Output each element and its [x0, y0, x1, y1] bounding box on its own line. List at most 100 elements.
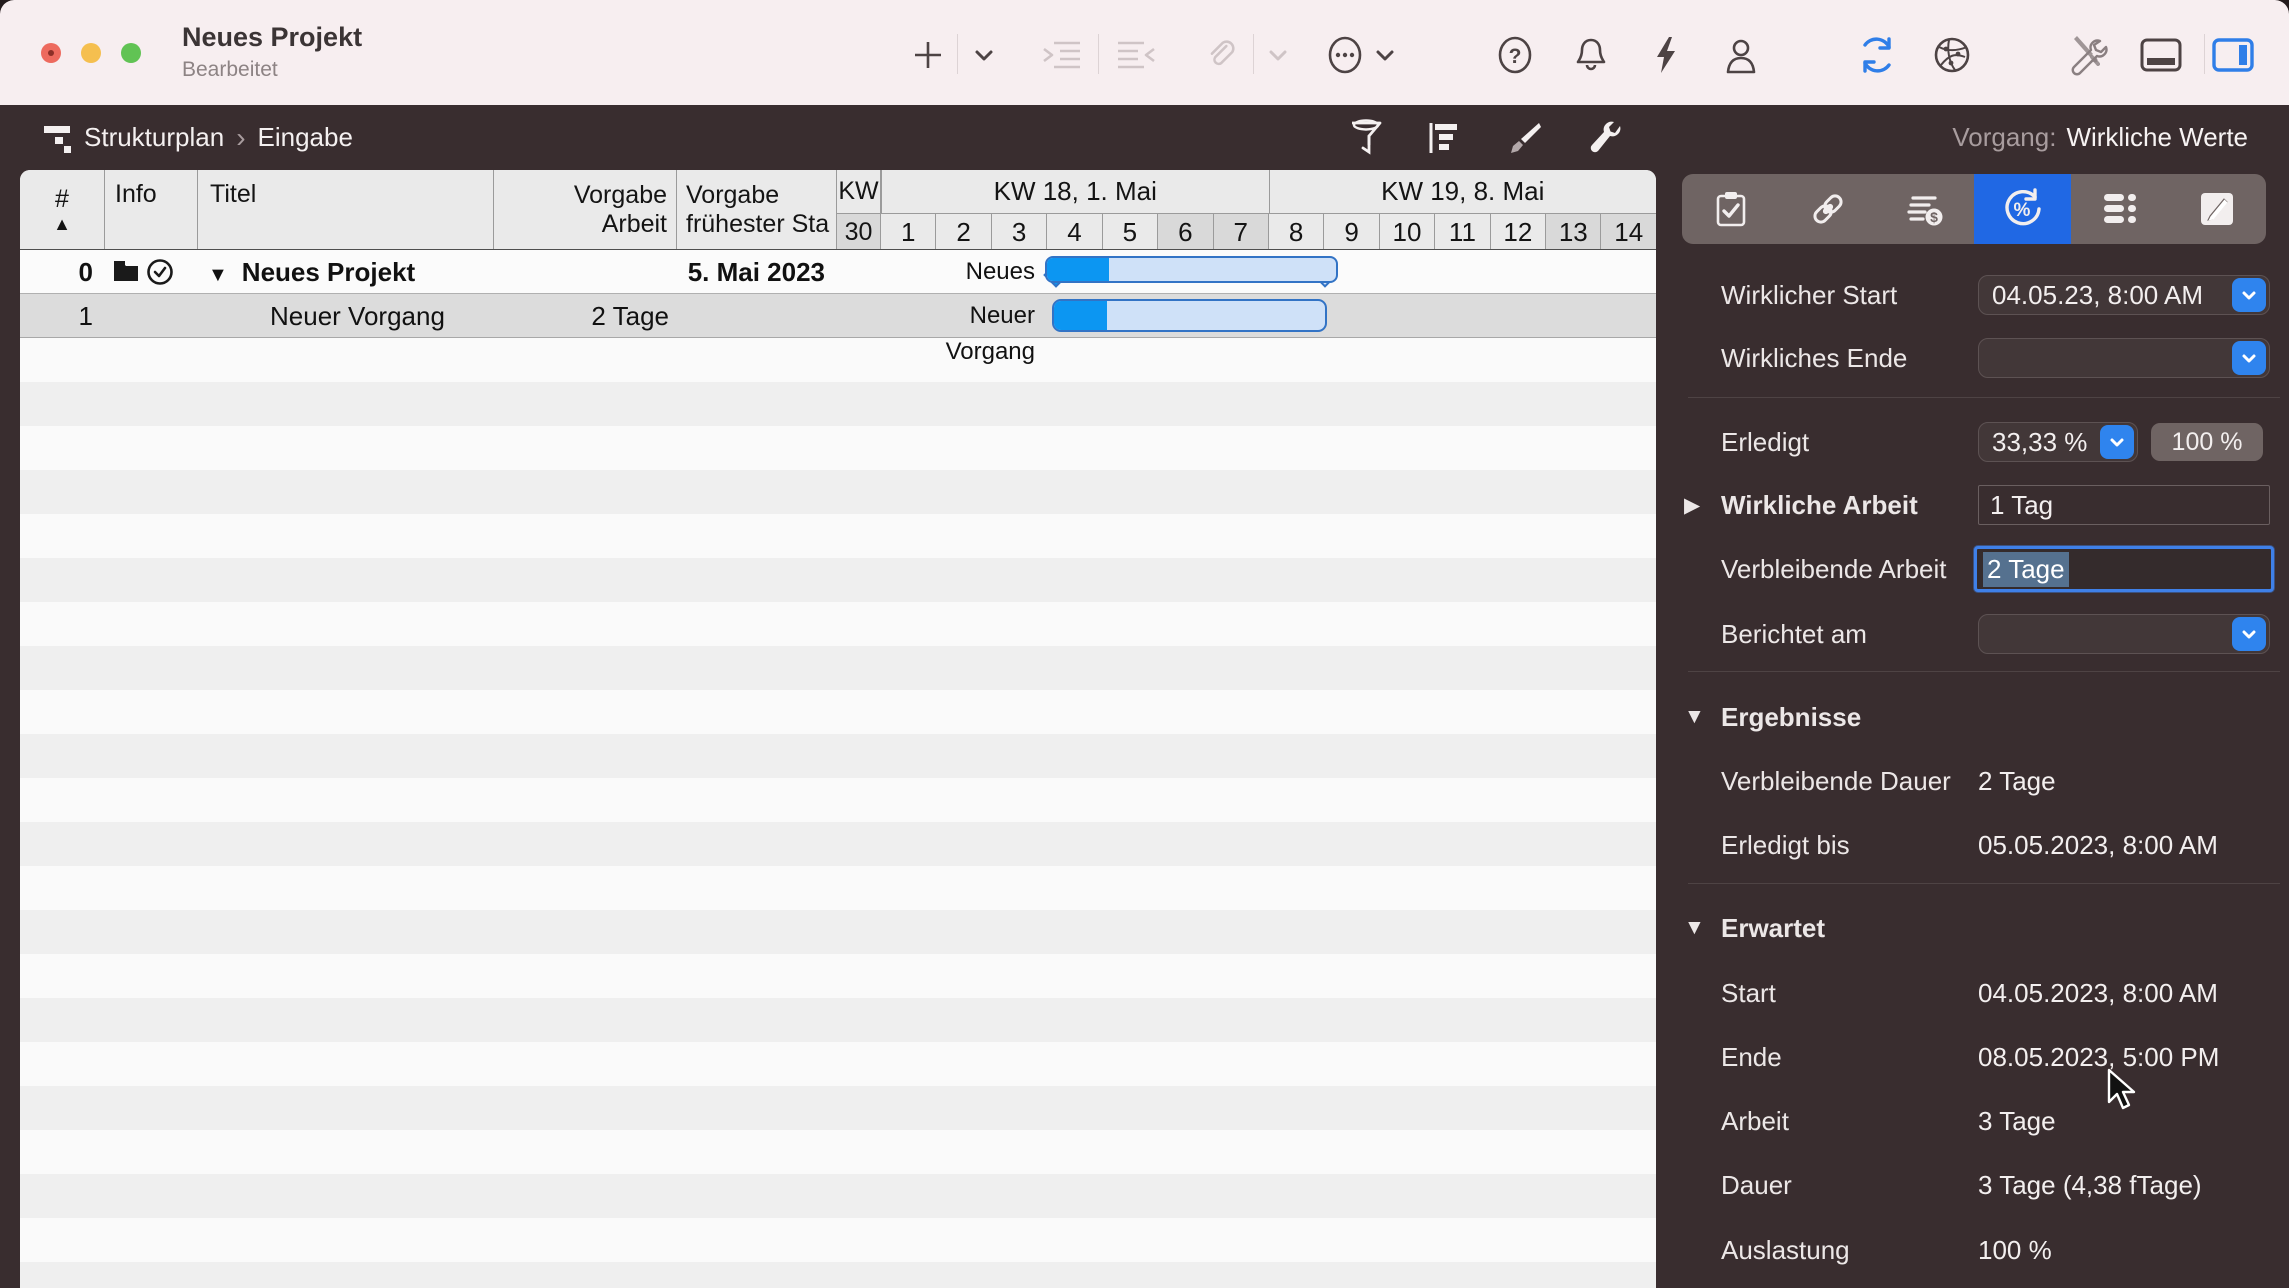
day-header-cell[interactable]: 10: [1379, 214, 1434, 250]
empty-row[interactable]: [20, 778, 1656, 822]
project-summary-bar[interactable]: [1045, 256, 1338, 283]
style-brush-icon[interactable]: [1502, 116, 1546, 160]
empty-row[interactable]: [20, 646, 1656, 690]
settings-tools-icon[interactable]: [2064, 33, 2108, 77]
empty-row[interactable]: [20, 910, 1656, 954]
day-header-cell[interactable]: 14: [1600, 214, 1655, 250]
section-header-results[interactable]: ▼ Ergebnisse: [1680, 693, 2280, 741]
bottom-panel-icon[interactable]: [2139, 33, 2183, 77]
empty-row[interactable]: [20, 1262, 1656, 1288]
column-header-title[interactable]: Titel: [198, 170, 494, 250]
empty-row[interactable]: [20, 1086, 1656, 1130]
disclosure-right-icon[interactable]: ▶: [1684, 481, 1700, 529]
add-icon[interactable]: [906, 33, 950, 77]
table-row-project[interactable]: 0 ▼Neues Projekt 5. Mai 2023 Neues Proje…: [20, 250, 1656, 294]
day-header-cell[interactable]: 4: [1046, 214, 1101, 250]
dropdown-button[interactable]: [2232, 617, 2266, 651]
dropdown-button[interactable]: [2100, 425, 2134, 459]
outline-view-icon[interactable]: [1422, 116, 1466, 160]
day-header-cell[interactable]: 6: [1157, 214, 1212, 250]
tab-cost[interactable]: $: [1877, 174, 1974, 244]
outdent-icon[interactable]: [1114, 33, 1158, 77]
tab-checklist[interactable]: [1682, 174, 1779, 244]
empty-row[interactable]: [20, 382, 1656, 426]
empty-row[interactable]: [20, 822, 1656, 866]
dropdown-button[interactable]: [2232, 278, 2266, 312]
disclosure-down-icon[interactable]: ▼: [1684, 904, 1705, 952]
day-header-cell[interactable]: 1: [881, 214, 935, 250]
empty-row[interactable]: [20, 1042, 1656, 1086]
day-header-cell[interactable]: 9: [1323, 214, 1378, 250]
dropdown-button[interactable]: [2232, 341, 2266, 375]
column-header-kw[interactable]: KW: [837, 170, 881, 214]
sync-icon[interactable]: [1855, 33, 1899, 77]
empty-row[interactable]: [20, 602, 1656, 646]
zoom-button[interactable]: [121, 43, 141, 63]
format-wrench-icon[interactable]: [1584, 116, 1628, 160]
empty-row[interactable]: [20, 998, 1656, 1042]
empty-row[interactable]: [20, 1218, 1656, 1262]
week-header-cell[interactable]: KW 18, 1. Mai: [881, 170, 1269, 214]
filter-icon[interactable]: [1344, 116, 1388, 160]
empty-row[interactable]: [20, 734, 1656, 778]
indent-icon[interactable]: [1040, 33, 1084, 77]
column-header-earliest-start[interactable]: Vorgabe frühester Sta: [677, 170, 837, 250]
day-header-cell[interactable]: 3: [991, 214, 1046, 250]
empty-row[interactable]: [20, 1130, 1656, 1174]
day-header-cell[interactable]: 11: [1434, 214, 1489, 250]
remaining-work-field-focused[interactable]: 2 Tage: [1974, 546, 2274, 592]
day-header-cell[interactable]: 12: [1490, 214, 1545, 250]
minimize-button[interactable]: [81, 43, 101, 63]
disclosure-down-icon[interactable]: ▼: [1684, 693, 1705, 741]
actual-work-field[interactable]: 1 Tag: [1978, 485, 2270, 525]
breadcrumb-section[interactable]: Eingabe: [258, 122, 353, 153]
empty-row[interactable]: [20, 954, 1656, 998]
empty-row[interactable]: [20, 470, 1656, 514]
project-title-cell[interactable]: ▼Neues Projekt: [208, 250, 415, 294]
column-header-number[interactable]: # ▲: [20, 170, 105, 250]
tab-resources[interactable]: [2071, 174, 2168, 244]
day-header-cell[interactable]: 8: [1268, 214, 1323, 250]
column-header-planned-work[interactable]: Vorgabe Arbeit: [494, 170, 677, 250]
right-panel-icon[interactable]: [2211, 33, 2255, 77]
notifications-bell-icon[interactable]: [1569, 33, 1613, 77]
actual-end-field[interactable]: [1978, 338, 2270, 378]
day-header-cell[interactable]: 7: [1213, 214, 1268, 250]
activity-lightning-icon[interactable]: [1644, 33, 1688, 77]
completed-field[interactable]: 33,33 %: [1978, 422, 2138, 462]
tab-actual-values[interactable]: %: [1974, 174, 2071, 244]
table-row-task-selected[interactable]: 1 Neuer Vorgang 2 Tage Neuer Vorgang: [20, 294, 1656, 338]
attachment-chevron-icon[interactable]: [1256, 33, 1300, 77]
day-header-cell[interactable]: 5: [1102, 214, 1157, 250]
actual-start-field[interactable]: 04.05.23, 8:00 AM: [1978, 275, 2270, 315]
tab-links[interactable]: [1779, 174, 1876, 244]
attachment-icon[interactable]: [1198, 33, 1242, 77]
user-icon[interactable]: [1719, 33, 1763, 77]
more-chevron-icon[interactable]: [1363, 33, 1407, 77]
task-title-cell[interactable]: Neuer Vorgang: [270, 294, 445, 338]
week-header-cell[interactable]: KW 19, 8. Mai: [1269, 170, 1657, 214]
tab-edit-note[interactable]: [2169, 174, 2266, 244]
set-100-percent-button[interactable]: 100 %: [2151, 423, 2263, 461]
disclosure-triangle-icon[interactable]: ▼: [208, 264, 228, 286]
section-header-expected[interactable]: ▼ Erwartet: [1680, 904, 2280, 952]
network-globe-icon[interactable]: [1930, 33, 1974, 77]
empty-row[interactable]: [20, 690, 1656, 734]
day-header-cell[interactable]: 2: [935, 214, 990, 250]
empty-row[interactable]: [20, 426, 1656, 470]
task-bar[interactable]: [1052, 299, 1327, 332]
empty-row[interactable]: [20, 866, 1656, 910]
day-header-cell[interactable]: 13: [1545, 214, 1600, 250]
breadcrumb[interactable]: Strukturplan › Eingabe: [84, 105, 353, 170]
empty-row[interactable]: [20, 558, 1656, 602]
empty-row[interactable]: [20, 514, 1656, 558]
close-button[interactable]: [41, 43, 61, 63]
column-header-info[interactable]: Info: [105, 170, 198, 250]
more-icon[interactable]: [1323, 33, 1367, 77]
empty-row[interactable]: [20, 1174, 1656, 1218]
add-chevron-icon[interactable]: [962, 33, 1006, 77]
empty-row[interactable]: [20, 338, 1656, 382]
help-icon[interactable]: ?: [1493, 33, 1537, 77]
breadcrumb-view[interactable]: Strukturplan: [84, 122, 224, 153]
reported-on-field[interactable]: [1978, 614, 2270, 654]
